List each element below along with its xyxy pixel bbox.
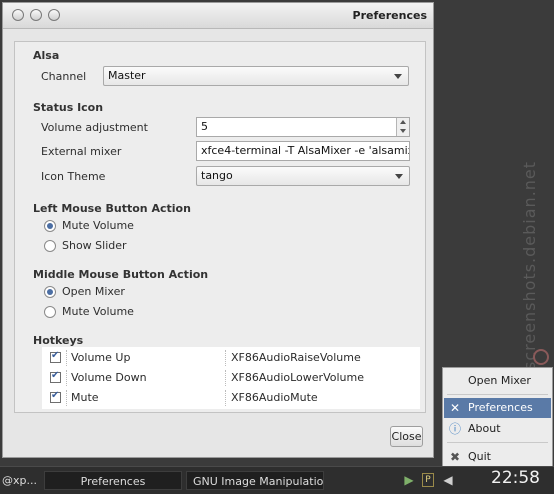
taskbar: @xp... Preferences GNU Image Manipulatio… [0,466,554,494]
menu-item-label: Open Mixer [468,374,531,387]
clipboard-icon[interactable]: P [422,473,434,487]
section-left-mouse: Left Mouse Button Action [33,202,191,215]
hotkey-checkbox[interactable] [50,350,61,363]
hotkey-key[interactable]: XF86AudioRaiseVolume [231,351,361,364]
menu-item-preferences[interactable]: ✕ Preferences [444,398,551,418]
section-middle-mouse: Middle Mouse Button Action [33,268,209,281]
column-divider [66,350,68,366]
channel-label: Channel [41,70,87,83]
radio-mute-volume[interactable] [44,220,56,232]
desktop-icon [533,349,549,365]
channel-value: Master [108,69,146,82]
spin-buttons[interactable] [396,118,409,136]
radio-show-slider[interactable] [44,240,56,252]
volume-adjustment-spin[interactable]: 5 [196,117,410,137]
volume-adjustment-value: 5 [201,120,208,133]
menu-item-label: Preferences [468,401,533,414]
hotkey-key[interactable]: XF86AudioMute [231,391,318,404]
icon-theme-value: tango [201,169,233,182]
radio-middle-mute-volume[interactable] [44,306,56,318]
taskbar-task-gimp[interactable]: GNU Image Manipulatio... [186,471,324,490]
hotkey-row[interactable]: Mute XF86AudioMute [42,388,420,408]
radio-middle-mute-volume-label[interactable]: Mute Volume [62,305,134,318]
hotkey-name: Volume Down [71,371,147,384]
info-icon: ⓘ [448,422,461,436]
column-divider [66,370,68,386]
spin-up-icon[interactable] [400,120,406,124]
clock[interactable]: 22:58 [491,468,540,488]
menu-separator [447,442,548,443]
radio-mute-volume-label[interactable]: Mute Volume [62,219,134,232]
tools-icon: ✕ [449,401,461,415]
menu-item-open-mixer[interactable]: Open Mixer [444,371,551,391]
radio-open-mixer[interactable] [44,286,56,298]
channel-combo[interactable]: Master [103,66,409,86]
taskbar-task-preferences[interactable]: Preferences [44,471,182,490]
minimize-window-button[interactable] [30,9,42,21]
column-divider [225,370,227,386]
section-alsa: Alsa [33,49,60,62]
tray-menu: Open Mixer ✕ Preferences ⓘ About ✖ Quit [442,367,553,471]
menu-item-about[interactable]: ⓘ About [444,419,551,439]
hotkey-row[interactable]: Volume Up XF86AudioRaiseVolume [42,348,420,368]
hotkey-checkbox[interactable] [50,390,61,403]
hotkey-name: Volume Up [71,351,131,364]
external-mixer-label: External mixer [41,145,122,158]
preferences-panel: Alsa Channel Master Status Icon Volume a… [14,41,426,413]
volume-adjustment-label: Volume adjustment [41,121,148,134]
hotkeys-list: Volume Up XF86AudioRaiseVolume Volume Do… [42,347,420,409]
icon-theme-combo[interactable]: tango [196,166,410,186]
section-status-icon: Status Icon [33,101,104,114]
chevron-down-icon [395,174,403,179]
chevron-down-icon [394,74,402,79]
menu-item-label: Quit [468,450,491,463]
spin-down-icon[interactable] [400,129,406,133]
desktop-watermark: screenshots.debian.net [520,160,539,370]
external-mixer-input[interactable]: xfce4-terminal -T AlsaMixer -e 'alsamixe… [196,141,410,161]
column-divider [225,390,227,406]
menu-separator [447,394,548,395]
preferences-window: Preferences Alsa Channel Master Status I… [2,2,434,458]
column-divider [225,350,227,366]
maximize-window-button[interactable] [48,9,60,21]
radio-open-mixer-label[interactable]: Open Mixer [62,285,125,298]
window-title: Preferences [352,9,427,22]
radio-show-slider-label[interactable]: Show Slider [62,239,127,252]
hotkey-name: Mute [71,391,99,404]
column-divider [66,390,68,406]
close-window-button[interactable] [12,9,24,21]
section-hotkeys: Hotkeys [33,334,84,347]
titlebar[interactable]: Preferences [3,3,433,29]
play-icon[interactable]: ▶ [402,472,416,488]
menu-item-label: About [468,422,501,435]
volume-icon[interactable]: ◀ [441,472,455,488]
hotkey-key[interactable]: XF86AudioLowerVolume [231,371,364,384]
hotkey-checkbox[interactable] [50,370,61,383]
menu-item-quit[interactable]: ✖ Quit [444,447,551,467]
close-button[interactable]: Close [390,426,423,447]
icon-theme-label: Icon Theme [41,170,106,183]
hotkey-row[interactable]: Volume Down XF86AudioLowerVolume [42,368,420,388]
taskbar-workspace-label[interactable]: @xp... [2,471,42,490]
close-icon: ✖ [449,450,461,464]
